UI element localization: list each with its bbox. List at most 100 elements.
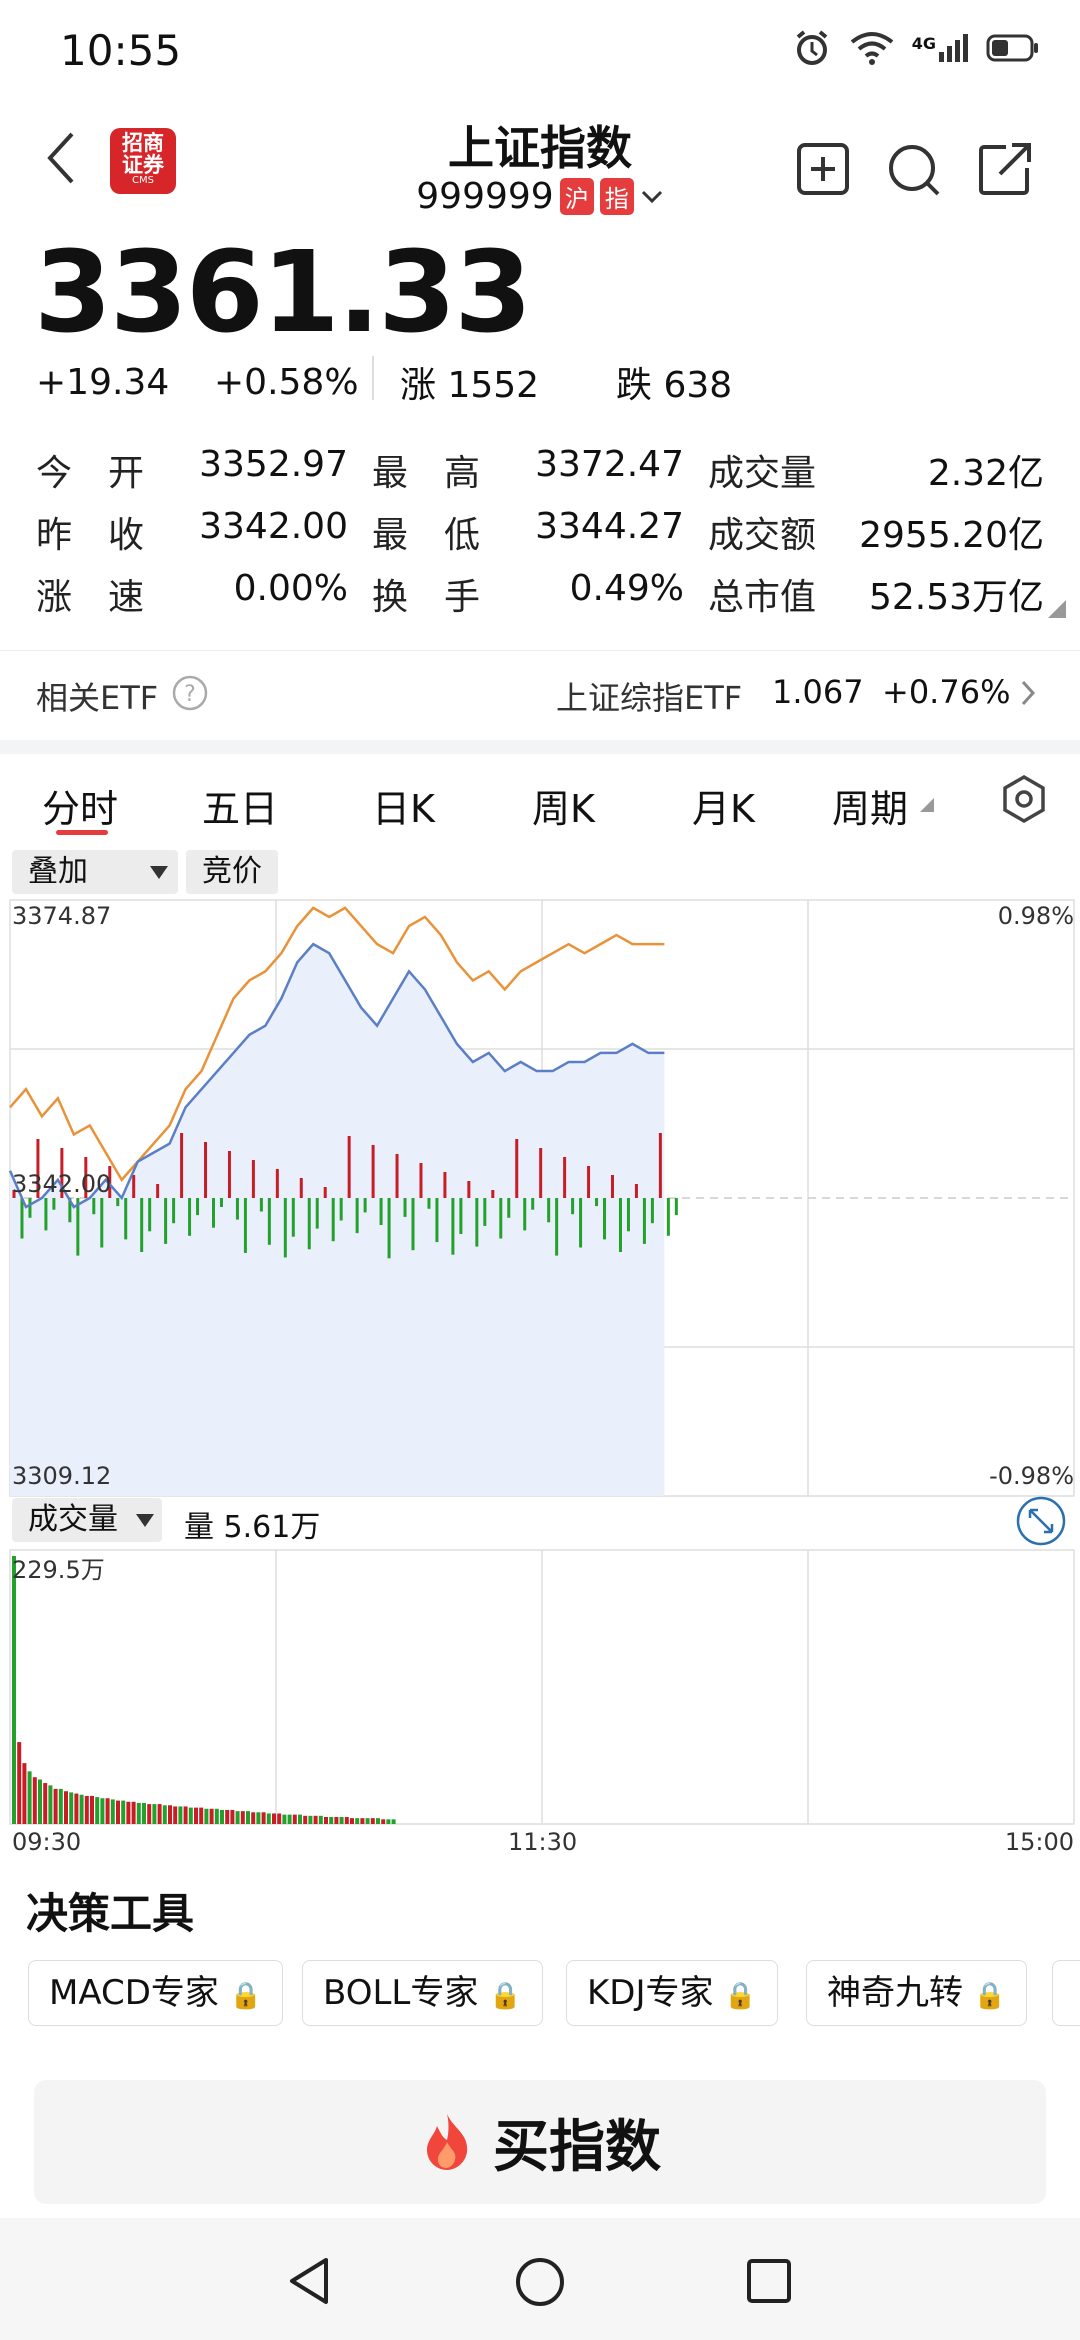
volume-bar <box>22 1763 27 1824</box>
volume-bar <box>116 1800 120 1824</box>
volume-indicator-dropdown[interactable]: 成交量 <box>12 1498 162 1542</box>
lock-icon: 🔒 <box>724 1981 757 2011</box>
volume-bar <box>121 1800 126 1824</box>
volume-bar <box>64 1791 68 1824</box>
etf-section-label: 相关ETF <box>36 679 159 717</box>
etf-change-pct: +0.76% <box>882 673 1011 711</box>
help-icon[interactable]: ? <box>172 675 208 711</box>
share-icon[interactable] <box>978 142 1034 196</box>
volume-bar <box>350 1818 354 1824</box>
active-tab-indicator <box>56 830 108 835</box>
volume-bar <box>126 1801 131 1824</box>
divider <box>372 356 374 400</box>
tool-magic-nine[interactable]: 神奇九转 🔒 <box>806 1960 1028 2026</box>
volume-bar <box>298 1814 302 1824</box>
volume-bar <box>365 1818 370 1824</box>
status-bar: 10:55 4G <box>0 0 1080 100</box>
nav-home-icon[interactable] <box>514 2256 566 2308</box>
search-icon[interactable] <box>886 142 942 198</box>
x-axis-label-midday: 11:30 <box>508 1828 578 1856</box>
volume-bar <box>95 1797 100 1824</box>
tab-five-day[interactable]: 五日 <box>202 778 278 833</box>
volume-bar <box>225 1809 230 1824</box>
decliners-count: 跌 638 <box>616 365 733 406</box>
alarm-icon <box>796 30 828 65</box>
volume-bar <box>235 1811 240 1824</box>
volume-bar <box>256 1812 261 1824</box>
fullscreen-icon[interactable] <box>1016 1496 1066 1546</box>
tab-monthly-k[interactable]: 月K <box>692 778 755 833</box>
volume-bar <box>79 1794 84 1824</box>
stat-label: 今 开 <box>36 453 145 494</box>
stat-value: 2955.20亿 <box>859 515 1044 556</box>
volume-chart[interactable] <box>0 1546 1080 1828</box>
stat-label: 昨 收 <box>36 515 145 556</box>
volume-bar <box>329 1816 334 1824</box>
volume-bar <box>157 1804 162 1824</box>
volume-bar <box>199 1807 204 1824</box>
y-axis-bottom-pct-label: -0.98% <box>989 1462 1074 1490</box>
tab-daily-k[interactable]: 日K <box>372 778 435 833</box>
tab-period[interactable]: 周期 <box>832 778 908 833</box>
tool-macd[interactable]: MACD专家 🔒 <box>28 1960 284 2026</box>
nav-back-icon[interactable] <box>286 2256 332 2306</box>
section-divider <box>0 740 1080 754</box>
volume-bar <box>334 1816 339 1824</box>
volume-bar <box>287 1814 292 1824</box>
y-axis-top-pct-label: 0.98% <box>997 902 1074 930</box>
volume-bar <box>53 1788 58 1824</box>
tab-weekly-k[interactable]: 周K <box>532 778 595 833</box>
volume-bar <box>246 1811 250 1824</box>
volume-bar <box>230 1809 235 1824</box>
stat-label: 换 手 <box>372 577 481 618</box>
volume-bar <box>272 1813 276 1824</box>
volume-bar <box>313 1815 318 1824</box>
volume-value: 量 5.61万 <box>184 1510 321 1545</box>
expand-corner-icon[interactable] <box>1048 600 1066 618</box>
buy-index-button[interactable]: 买指数 <box>34 2080 1046 2204</box>
related-etf-row[interactable]: 相关ETF ? 上证综指ETF 1.067 +0.76% <box>0 650 1080 737</box>
security-code: 999999 <box>416 176 554 217</box>
volume-bar <box>240 1811 245 1824</box>
volume-top-label: 229.5万 <box>12 1556 105 1584</box>
stat-label: 成交额 <box>708 515 817 556</box>
volume-bar <box>251 1812 256 1824</box>
overlay-dropdown[interactable]: 叠加 <box>12 850 178 894</box>
volume-bar <box>74 1793 79 1824</box>
volume-bar <box>277 1813 282 1824</box>
tool-boll[interactable]: BOLL专家 🔒 <box>302 1960 543 2026</box>
volume-bar <box>344 1816 349 1824</box>
index-price: 3361.33 <box>34 228 532 358</box>
volume-bar <box>43 1783 48 1824</box>
volume-bar <box>220 1809 224 1824</box>
nav-recents-icon[interactable] <box>746 2258 792 2304</box>
auction-chip[interactable]: 竞价 <box>186 850 278 894</box>
intraday-price-chart[interactable] <box>0 898 1080 1498</box>
stat-value: 52.53万亿 <box>868 577 1044 618</box>
stat-value: 3352.97 <box>199 444 348 485</box>
caret-down-icon <box>150 866 168 879</box>
tab-intraday[interactable]: 分时 <box>42 778 118 833</box>
volume-bar <box>292 1814 297 1824</box>
volume-bar <box>391 1819 396 1824</box>
settings-icon[interactable] <box>1000 774 1048 824</box>
volume-bar <box>32 1777 37 1824</box>
tool-more-partial[interactable] <box>1052 1960 1080 2026</box>
add-watchlist-icon[interactable] <box>796 142 850 196</box>
overlay-label: 叠加 <box>28 854 88 889</box>
volume-bar <box>131 1801 136 1824</box>
volume-bar <box>84 1795 89 1824</box>
volume-bar <box>48 1785 53 1824</box>
volume-bar <box>355 1818 360 1824</box>
tool-kdj[interactable]: KDJ专家 🔒 <box>566 1960 778 2026</box>
volume-bar <box>168 1805 172 1824</box>
price-area-fill <box>10 944 665 1496</box>
dropdown-triangle-icon <box>920 798 934 812</box>
y-axis-mid-label: 3342.00 <box>12 1170 112 1198</box>
volume-bar <box>27 1771 32 1824</box>
price-change: +19.34 <box>36 362 170 403</box>
advancers-count: 涨 1552 <box>400 365 540 406</box>
wifi-icon <box>850 32 893 65</box>
volume-bar <box>69 1792 74 1824</box>
market-tag: 沪 <box>559 178 594 215</box>
